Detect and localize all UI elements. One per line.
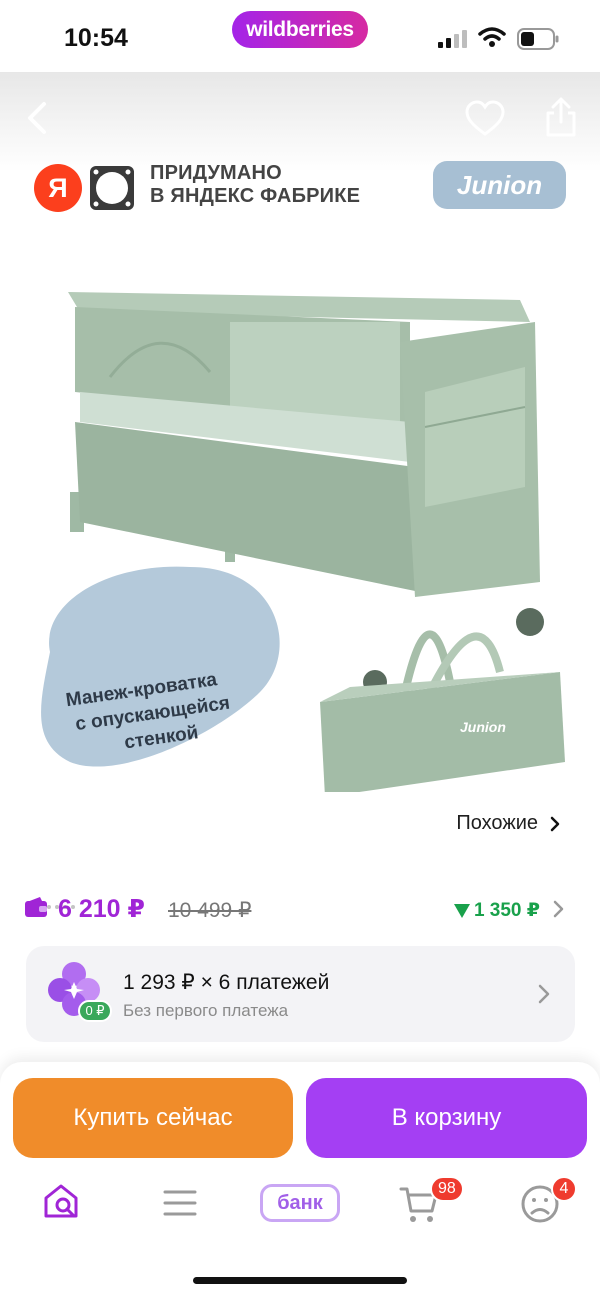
add-to-cart-button[interactable]: В корзину bbox=[306, 1078, 587, 1158]
factory-caption-line1: ПРИДУМАНО bbox=[150, 162, 282, 184]
back-icon[interactable] bbox=[22, 98, 54, 138]
current-price: 6 210 ₽ bbox=[58, 895, 145, 923]
gallery-top-shade bbox=[0, 72, 600, 172]
crib-logo: Junion bbox=[350, 627, 396, 643]
buy-now-button[interactable]: Купить сейчас bbox=[13, 1078, 293, 1158]
home-indicator[interactable] bbox=[193, 1277, 407, 1284]
wifi-icon bbox=[478, 27, 506, 47]
junion-brand-logo: Junion bbox=[433, 161, 566, 209]
battery-icon bbox=[517, 28, 559, 50]
catalog-menu-icon[interactable] bbox=[163, 1188, 197, 1218]
product-gallery[interactable]: Я ПРИДУМАНО В ЯНДЕКС ФАБРИКЕ Junion Juni… bbox=[0, 72, 600, 909]
zero-price-badge: 0 ₽ bbox=[78, 1000, 112, 1022]
installment-title: 1 293 ₽ × 6 платежей bbox=[123, 971, 330, 994]
bag-logo: Junion bbox=[460, 719, 506, 735]
bottom-panel: Купить сейчас В корзину банк 98 4 bbox=[0, 1062, 600, 1297]
product-screen: 10:54 wildberries Я ПРИДУМАНО В ЯНДЕКС Ф… bbox=[0, 0, 600, 1297]
product-image: Junion Манеж-кроватка с опускающейся сте… bbox=[41, 292, 565, 792]
heart-icon[interactable] bbox=[465, 100, 505, 138]
installment-card[interactable]: 0 ₽ 1 293 ₽ × 6 платежей Без первого пла… bbox=[26, 946, 575, 1042]
status-bar: 10:54 wildberries bbox=[0, 0, 600, 72]
tab-bar: банк 98 4 bbox=[0, 1172, 600, 1242]
crib-mesh bbox=[230, 322, 400, 422]
similar-label: Похожие bbox=[456, 812, 538, 834]
profile-notification-badge: 4 bbox=[551, 1176, 577, 1202]
factory-caption: ПРИДУМАНО В ЯНДЕКС ФАБРИКЕ bbox=[150, 162, 360, 208]
bank-tab[interactable]: банк bbox=[260, 1184, 340, 1222]
old-price: 10 499 ₽ bbox=[168, 899, 252, 922]
cellular-signal-icon bbox=[438, 30, 467, 48]
yandex-factory-logo bbox=[90, 166, 134, 210]
price-row: 6 210 ₽ 10 499 ₽ 1 350 ₽ bbox=[24, 892, 576, 928]
cart-count-badge: 98 bbox=[430, 1176, 464, 1202]
chevron-right-icon[interactable] bbox=[552, 899, 566, 919]
status-time: 10:54 bbox=[64, 24, 128, 52]
discount-value: 1 350 ₽ bbox=[473, 900, 540, 921]
yandex-logo: Я bbox=[34, 164, 82, 212]
down-triangle-icon bbox=[453, 903, 470, 918]
factory-caption-line2: В ЯНДЕКС ФАБРИКЕ bbox=[150, 185, 361, 207]
wallet-icon bbox=[25, 897, 47, 917]
home-search-icon[interactable] bbox=[42, 1182, 80, 1220]
crib-wheel bbox=[516, 608, 544, 636]
similar-link[interactable]: Похожие bbox=[456, 812, 560, 835]
share-icon[interactable] bbox=[543, 96, 579, 138]
installment-subtitle: Без первого платежа bbox=[123, 1001, 289, 1020]
chevron-right-icon bbox=[538, 984, 550, 1004]
discount-amount[interactable]: 1 350 ₽ bbox=[453, 899, 540, 922]
brand-pill[interactable]: wildberries bbox=[232, 11, 368, 48]
chevron-right-icon bbox=[550, 816, 560, 831]
